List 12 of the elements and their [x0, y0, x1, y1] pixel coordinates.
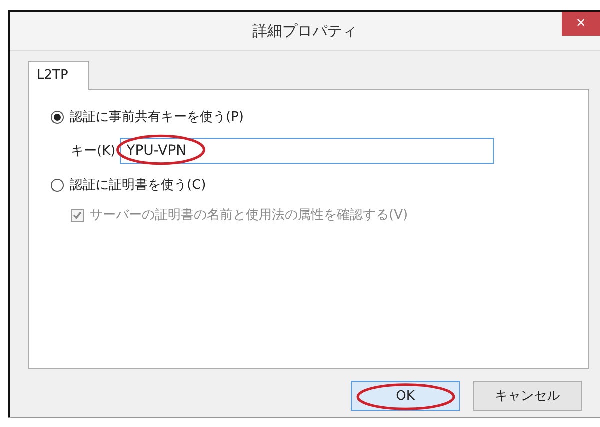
radio-button[interactable]: [51, 178, 64, 192]
key-field[interactable]: YPU-VPN: [120, 138, 494, 164]
field-label: キー(K): [71, 143, 116, 160]
window-title: 詳細プロパティ: [252, 22, 358, 40]
tab[interactable]: L2TP: [28, 61, 90, 90]
dialog-button[interactable]: キャンセル: [473, 381, 582, 411]
radio-label: 認証に事前共有キーを使う(P): [70, 109, 244, 126]
radio-label: 認証に証明書を使う(C): [70, 177, 206, 194]
checkbox-label: サーバーの証明書の名前と使用法の属性を確認する(V): [90, 207, 408, 224]
dialog-button[interactable]: OK: [351, 381, 460, 411]
close-button[interactable]: ×: [562, 12, 600, 36]
radio-button[interactable]: [51, 110, 64, 124]
